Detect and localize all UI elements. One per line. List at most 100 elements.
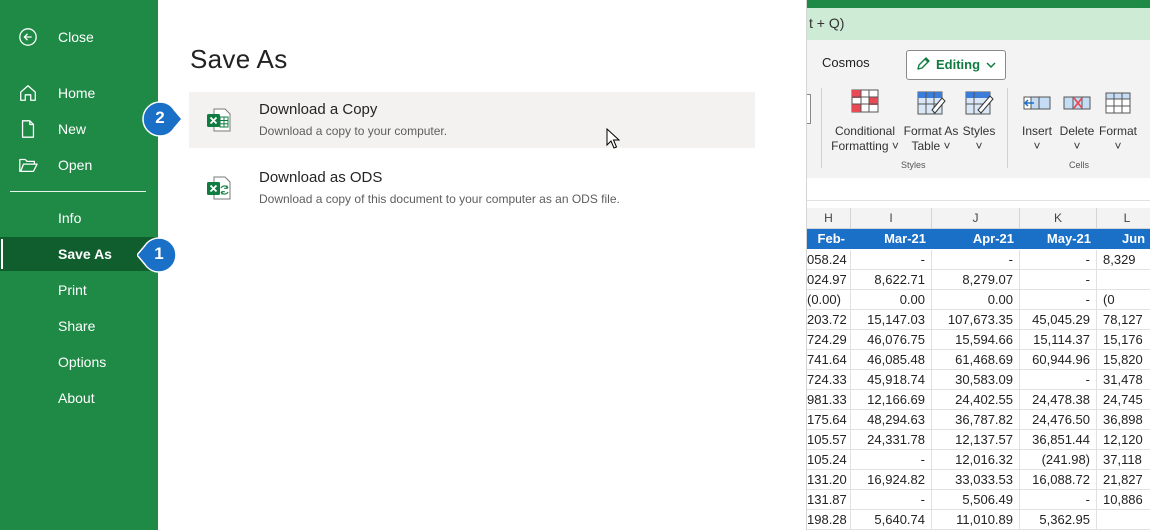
table-cell[interactable]: 48,294.63 xyxy=(851,410,932,430)
table-cell[interactable]: 31,478 xyxy=(1097,370,1150,390)
table-cell[interactable]: 0.00 xyxy=(851,290,932,310)
table-cell[interactable]: 15,114.37 xyxy=(1020,330,1097,350)
nav-share[interactable]: Share xyxy=(0,309,158,343)
table-cell[interactable]: 15,820 xyxy=(1097,350,1150,370)
editing-mode-button[interactable]: Editing xyxy=(906,50,1006,80)
table-cell[interactable]: 8,279.07 xyxy=(932,270,1020,290)
table-cell[interactable]: 36,787.82 xyxy=(932,410,1020,430)
nav-about[interactable]: About xyxy=(0,381,158,415)
table-cell[interactable]: 37,118 xyxy=(1097,450,1150,470)
table-cell[interactable]: - xyxy=(851,450,932,470)
column-header[interactable]: H xyxy=(807,208,851,229)
table-cell[interactable] xyxy=(1097,270,1150,290)
table-cell[interactable]: 45,045.29 xyxy=(1020,310,1097,330)
table-cell[interactable]: 24,476.50 xyxy=(1020,410,1097,430)
table-cell[interactable]: 60,944.96 xyxy=(1020,350,1097,370)
table-cell[interactable]: - xyxy=(1020,290,1097,310)
table-cell[interactable]: 78,127 xyxy=(1097,310,1150,330)
nav-options[interactable]: Options xyxy=(0,345,158,379)
table-cell[interactable]: (0.00) xyxy=(807,290,851,310)
table-cell[interactable]: - xyxy=(932,250,1020,270)
table-cell[interactable]: 024.97 xyxy=(807,270,851,290)
table-cell[interactable]: 12,016.32 xyxy=(932,450,1020,470)
table-cell[interactable]: 8,329 xyxy=(1097,250,1150,270)
table-cell[interactable]: - xyxy=(1020,270,1097,290)
table-cell[interactable]: - xyxy=(851,490,932,510)
nav-print[interactable]: Print xyxy=(0,273,158,307)
table-cell[interactable]: 24,745 xyxy=(1097,390,1150,410)
table-cell[interactable]: 131.87 xyxy=(807,490,851,510)
table-cell[interactable]: - xyxy=(1020,490,1097,510)
column-header[interactable]: L xyxy=(1097,208,1150,229)
table-cell[interactable]: 058.24 xyxy=(807,250,851,270)
table-cell[interactable]: 61,468.69 xyxy=(932,350,1020,370)
format-as-table-button[interactable]: Format As Table ˅ xyxy=(903,88,959,154)
table-cell[interactable]: 105.24 xyxy=(807,450,851,470)
table-cell[interactable]: 12,120 xyxy=(1097,430,1150,450)
table-cell[interactable]: 741.64 xyxy=(807,350,851,370)
table-cell[interactable]: 15,176 xyxy=(1097,330,1150,350)
conditional-formatting-button[interactable]: Conditional Formatting ˅ xyxy=(829,88,901,154)
table-cell[interactable]: 5,640.74 xyxy=(851,510,932,530)
table-cell[interactable]: 46,076.75 xyxy=(851,330,932,350)
nav-save-as[interactable]: Save As xyxy=(0,237,158,271)
table-cell[interactable]: 981.33 xyxy=(807,390,851,410)
table-cell[interactable]: - xyxy=(1020,250,1097,270)
table-cell[interactable]: 175.64 xyxy=(807,410,851,430)
cell-styles-button[interactable]: Styles ˅ xyxy=(961,88,997,154)
table-cell[interactable]: 16,924.82 xyxy=(851,470,932,490)
table-cell[interactable]: 198.28 xyxy=(807,510,851,530)
column-header[interactable]: I xyxy=(851,208,932,229)
table-cell[interactable]: 24,331.78 xyxy=(851,430,932,450)
table-cell[interactable]: 45,918.74 xyxy=(851,370,932,390)
table-cell[interactable]: 46,085.48 xyxy=(851,350,932,370)
column-header[interactable]: J xyxy=(932,208,1020,229)
delete-button[interactable]: Delete ˅ xyxy=(1059,88,1095,154)
table-cell[interactable]: 5,362.95 xyxy=(1020,510,1097,530)
table-cell[interactable]: 107,673.35 xyxy=(932,310,1020,330)
column-header[interactable]: K xyxy=(1020,208,1097,229)
table-cell[interactable]: 21,827 xyxy=(1097,470,1150,490)
table-cell[interactable]: (241.98) xyxy=(1020,450,1097,470)
table-cell[interactable]: 15,147.03 xyxy=(851,310,932,330)
month-header[interactable]: Jun xyxy=(1097,229,1150,249)
month-header[interactable]: May-21 xyxy=(1020,229,1097,249)
nav-info[interactable]: Info xyxy=(0,201,158,235)
table-cell[interactable]: 203.72 xyxy=(807,310,851,330)
nav-new[interactable]: New xyxy=(0,112,158,146)
table-cell[interactable]: 11,010.89 xyxy=(932,510,1020,530)
table-cell[interactable]: 24,478.38 xyxy=(1020,390,1097,410)
table-cell[interactable]: 24,402.55 xyxy=(932,390,1020,410)
table-cell[interactable]: 8,622.71 xyxy=(851,270,932,290)
month-header[interactable]: Feb-21 xyxy=(807,229,851,266)
insert-button[interactable]: Insert ˅ xyxy=(1017,88,1057,154)
table-cell[interactable]: 15,594.66 xyxy=(932,330,1020,350)
formula-bar[interactable] xyxy=(807,178,1150,201)
table-cell[interactable]: (0 xyxy=(1097,290,1150,310)
table-cell[interactable]: 16,088.72 xyxy=(1020,470,1097,490)
nav-home[interactable]: Home xyxy=(0,76,158,110)
nav-open[interactable]: Open xyxy=(0,148,158,182)
month-header[interactable]: Mar-21 xyxy=(851,229,932,249)
month-header[interactable]: Apr-21 xyxy=(932,229,1020,249)
excel-search-box[interactable]: t + Q) xyxy=(807,8,1150,40)
table-cell[interactable]: 105.57 xyxy=(807,430,851,450)
table-cell[interactable]: 724.33 xyxy=(807,370,851,390)
table-cell[interactable]: 30,583.09 xyxy=(932,370,1020,390)
table-cell[interactable]: 5,506.49 xyxy=(932,490,1020,510)
table-cell[interactable] xyxy=(1097,510,1150,530)
tab-cosmos[interactable]: Cosmos xyxy=(822,55,870,70)
table-cell[interactable]: 12,137.57 xyxy=(932,430,1020,450)
table-cell[interactable]: 12,166.69 xyxy=(851,390,932,410)
table-cell[interactable]: - xyxy=(851,250,932,270)
table-cell[interactable]: 10,886 xyxy=(1097,490,1150,510)
table-cell[interactable]: 36,851.44 xyxy=(1020,430,1097,450)
table-cell[interactable]: 36,898 xyxy=(1097,410,1150,430)
table-cell[interactable]: 0.00 xyxy=(932,290,1020,310)
download-copy-option[interactable]: Download a Copy Download a copy to your … xyxy=(189,92,755,148)
table-cell[interactable]: 33,033.53 xyxy=(932,470,1020,490)
format-cells-button[interactable]: Format ˅ xyxy=(1097,88,1139,154)
table-cell[interactable]: 131.20 xyxy=(807,470,851,490)
download-ods-option[interactable]: Download as ODS Download a copy of this … xyxy=(189,160,755,216)
table-cell[interactable]: 724.29 xyxy=(807,330,851,350)
